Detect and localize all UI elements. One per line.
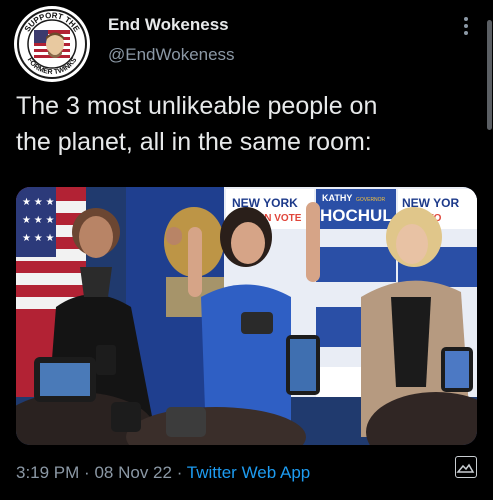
svg-text:★ ★ ★: ★ ★ ★: [22, 215, 54, 226]
more-options-icon[interactable]: [456, 14, 476, 38]
author-display-name[interactable]: End Wokeness: [108, 15, 229, 35]
tweet-text-line-1: The 3 most unlikeable people on: [16, 92, 378, 120]
tweet-text: The 3 most unlikeable people on the plan…: [16, 88, 466, 160]
sign-kathy: KATHY: [322, 193, 352, 203]
sign-hochul: HOCHUL: [320, 206, 393, 225]
scrollbar-thumb[interactable]: [487, 20, 492, 130]
image-icon[interactable]: [455, 456, 477, 478]
svg-text:★ ★ ★: ★ ★ ★: [22, 233, 54, 244]
tweet-photo[interactable]: ★ ★ ★ ★ ★ ★ ★ ★ ★ NEW YORK WOMEN VOTE KA…: [16, 187, 477, 445]
svg-text:★ ★ ★: ★ ★ ★: [22, 197, 54, 208]
sign-governor: GOVERNOR: [356, 197, 386, 203]
tweet-time[interactable]: 3:19 PM: [16, 463, 79, 482]
tweet-header: SUPPORT THE FORMER TWINKS End Wokeness @…: [0, 0, 493, 82]
tweet-meta: 3:19 PM · 08 Nov 22 · Twitter Web App: [16, 463, 310, 483]
tweet-text-line-2: the planet, all in the same room:: [16, 128, 372, 156]
meta-separator-2: ·: [176, 463, 183, 482]
avatar[interactable]: SUPPORT THE FORMER TWINKS: [14, 6, 90, 82]
tweet-source[interactable]: Twitter Web App: [187, 463, 310, 482]
photo-scene: ★ ★ ★ ★ ★ ★ ★ ★ ★ NEW YORK WOMEN VOTE KA…: [16, 187, 477, 445]
author-handle[interactable]: @EndWokeness: [108, 45, 235, 65]
avatar-badge-icon: SUPPORT THE FORMER TWINKS: [15, 7, 89, 81]
meta-separator-1: ·: [84, 463, 90, 482]
tweet-date[interactable]: 08 Nov 22: [94, 463, 172, 482]
